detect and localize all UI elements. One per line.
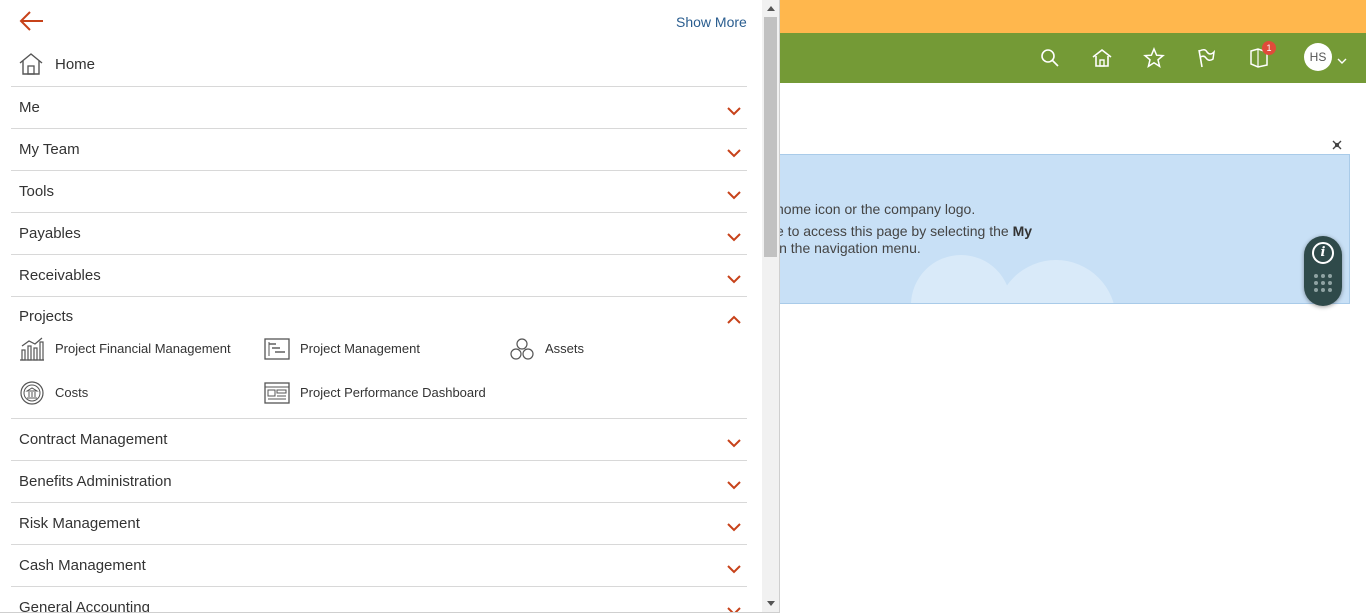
nav-category-risk-management[interactable]: Risk Management [11, 503, 747, 545]
banner-text-line2: e to access this page by selecting the M… [776, 223, 1033, 239]
notifications-badge: 1 [1262, 41, 1276, 55]
chevron-down-icon [727, 103, 741, 121]
nav-category-receivables[interactable]: Receivables [11, 255, 747, 297]
chevron-down-icon [727, 477, 741, 495]
nav-home-label: Home [55, 56, 96, 73]
chevron-down-icon [727, 561, 741, 579]
chevron-down-icon [727, 145, 741, 163]
scrollbar-thumb[interactable] [764, 17, 777, 257]
banner-text-line3: in the navigation menu. [776, 240, 921, 256]
chevron-down-icon [727, 271, 741, 289]
nav-category-payables[interactable]: Payables [11, 213, 747, 255]
watchlist-flag-icon[interactable] [1193, 45, 1219, 71]
assets-circles-icon [509, 336, 535, 367]
home-icon [18, 51, 44, 82]
info-icon[interactable]: i [1312, 242, 1334, 264]
navigator-panel: Show More Home Me My Team Tools Payables… [0, 0, 780, 613]
dashboard-icon [264, 380, 290, 411]
scrollbar[interactable] [762, 0, 779, 612]
nav-category-me[interactable]: Me [11, 87, 747, 129]
home-icon[interactable] [1089, 45, 1115, 71]
show-more-link[interactable]: Show More [676, 14, 747, 30]
user-avatar[interactable]: HS [1304, 43, 1332, 71]
scroll-down-arrow-icon[interactable] [762, 595, 779, 612]
back-arrow-icon[interactable] [19, 10, 45, 32]
nav-category-tools[interactable]: Tools [11, 171, 747, 213]
nav-item-assets[interactable]: Assets [509, 336, 629, 366]
nav-category-general-accounting[interactable]: General Accounting [11, 587, 747, 612]
banner-text-line1: home icon or the company logo. [776, 201, 976, 217]
chevron-down-icon[interactable] [1337, 52, 1347, 70]
nav-item-project-financial-management[interactable]: Project Financial Management [19, 336, 249, 366]
grid-dots-icon[interactable] [1314, 274, 1332, 292]
bar-chart-icon [19, 336, 45, 367]
chevron-down-icon [727, 229, 741, 247]
cloud-decoration [996, 260, 1116, 303]
nav-home[interactable]: Home [11, 47, 747, 87]
chevron-up-icon [727, 311, 741, 329]
close-icon[interactable] [1331, 138, 1343, 150]
gantt-chart-icon [264, 336, 290, 367]
chevron-down-icon [727, 603, 741, 612]
chevron-down-icon [727, 187, 741, 205]
guided-help-widget[interactable]: i [1304, 236, 1342, 306]
nav-category-cash-management[interactable]: Cash Management [11, 545, 747, 587]
favorites-star-icon[interactable] [1141, 45, 1167, 71]
nav-category-my-team[interactable]: My Team [11, 129, 747, 171]
chevron-down-icon [727, 519, 741, 537]
costs-bank-icon [19, 380, 45, 411]
nav-category-benefits-administration[interactable]: Benefits Administration [11, 461, 747, 503]
nav-item-project-management[interactable]: Project Management [264, 336, 464, 366]
notifications-icon[interactable]: 1 [1246, 41, 1276, 71]
nav-item-costs[interactable]: Costs [19, 380, 139, 410]
chevron-down-icon [727, 435, 741, 453]
search-icon[interactable] [1037, 45, 1063, 71]
scroll-up-arrow-icon[interactable] [762, 0, 779, 17]
welcome-banner: home icon or the company logo. e to acce… [760, 154, 1350, 304]
nav-category-contract-management[interactable]: Contract Management [11, 419, 747, 461]
nav-item-project-performance-dashboard[interactable]: Project Performance Dashboard [264, 380, 524, 410]
cloud-decoration [911, 255, 1011, 303]
